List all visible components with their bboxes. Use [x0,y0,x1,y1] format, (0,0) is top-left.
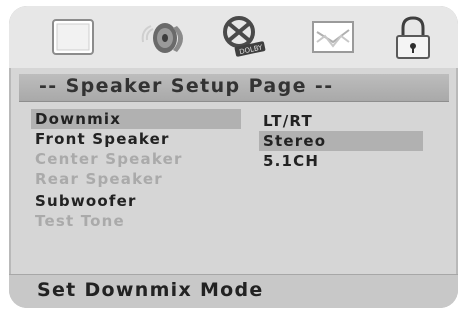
speaker-icon[interactable] [135,12,191,62]
option-stereo[interactable]: Stereo [259,131,423,151]
menu-item-front-speaker[interactable]: Front Speaker [35,129,170,149]
setup-icon-bar: DOLBY [9,6,458,68]
osd-screen: DOLBY -- Speaker Setup Page -- Downmix F… [9,6,458,308]
page-title-bar: -- Speaker Setup Page -- [19,74,449,101]
option-5-1ch[interactable]: 5.1CH [263,151,319,171]
page-title: -- Speaker Setup Page -- [39,75,334,97]
menu-item-downmix[interactable]: Downmix [31,109,241,129]
menu-item-subwoofer[interactable]: Subwoofer [35,191,137,211]
password-lock-icon[interactable] [385,12,441,62]
menu-area: Downmix Front Speaker Center Speaker Rea… [9,109,458,274]
general-setup-icon[interactable] [45,12,101,62]
dolby-digital-icon[interactable]: DOLBY [215,12,271,62]
menu-item-center-speaker: Center Speaker [35,150,183,168]
preference-icon[interactable] [305,12,361,62]
status-bar: Set Downmix Mode [9,274,458,308]
menu-item-test-tone: Test Tone [35,212,125,230]
menu-item-rear-speaker: Rear Speaker [35,170,163,188]
status-text: Set Downmix Mode [37,279,264,301]
option-lt-rt[interactable]: LT/RT [263,111,313,131]
